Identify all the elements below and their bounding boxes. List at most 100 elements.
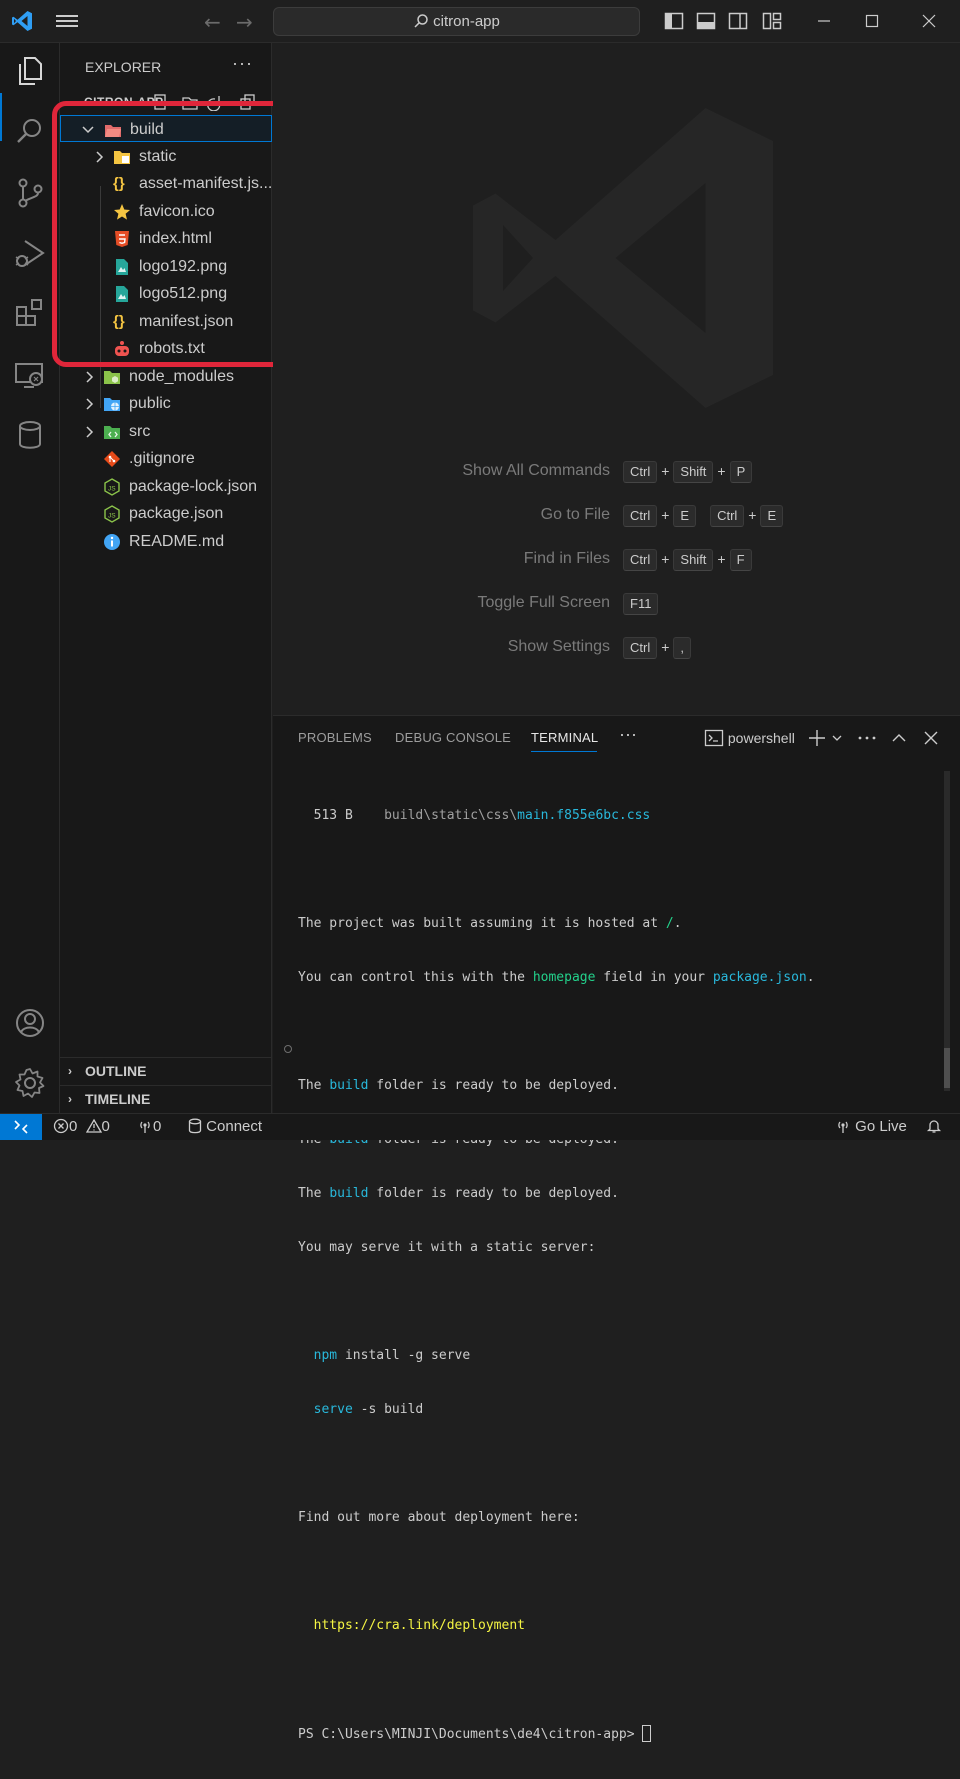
- key-cap: Shift: [673, 549, 714, 571]
- folder-node-icon: [104, 371, 120, 384]
- terminal-output[interactable]: 513 B build\static\css\main.f855e6bc.css…: [298, 771, 938, 1779]
- shortcut-label: Toggle Full Screen: [477, 594, 610, 611]
- search-icon: [414, 14, 428, 28]
- arrow-right-icon[interactable]: →: [236, 10, 253, 34]
- vscode-watermark-icon: [473, 108, 773, 408]
- tree-item-node-modules[interactable]: node_modules: [60, 363, 272, 390]
- source-control-icon[interactable]: [12, 175, 48, 211]
- ports-status[interactable]: 0: [137, 1114, 161, 1140]
- term-highlight: /: [665, 916, 674, 931]
- warning-count: 0: [101, 1118, 110, 1135]
- tab-debug-console[interactable]: DEBUG CONSOLE: [395, 730, 511, 745]
- search-text: citron-app: [433, 13, 500, 30]
- command-decoration-icon[interactable]: [284, 1045, 292, 1053]
- key-cap: Ctrl: [623, 505, 658, 527]
- explorer-title: EXPLORER: [85, 59, 162, 75]
- search-icon[interactable]: [12, 113, 48, 149]
- tree-item-package-json[interactable]: JS package.json: [60, 500, 272, 527]
- tree-item-public[interactable]: public: [60, 390, 272, 417]
- database-icon: [188, 1118, 202, 1134]
- tab-terminal[interactable]: TERMINAL: [531, 730, 598, 745]
- tree-item-label: .gitignore: [129, 450, 195, 467]
- maximize-icon[interactable]: [861, 10, 883, 32]
- term-text: The: [298, 1078, 330, 1093]
- shortcut-toggle-full-screen: Toggle Full Screen F11: [273, 590, 960, 620]
- tree-item-gitignore[interactable]: .gitignore: [60, 445, 272, 472]
- terminal-line: The build folder is ready to be deployed…: [298, 1185, 938, 1203]
- tree-item-label: src: [129, 423, 151, 440]
- key-cap: E: [673, 505, 697, 527]
- error-icon: [53, 1118, 69, 1134]
- tree-item-label: public: [129, 395, 171, 412]
- terminal-scroll-thumb[interactable]: [944, 1048, 950, 1088]
- shortcut-show-settings: Show Settings Ctrl +,: [273, 634, 960, 664]
- terminal-scrollbar[interactable]: [944, 771, 950, 1091]
- term-highlight: package.json: [712, 970, 807, 985]
- toggle-panel-icon[interactable]: [696, 12, 716, 30]
- shortcut-find-in-files: Find in Files Ctrl + Shift + F: [273, 546, 960, 576]
- tree-item-package-lock[interactable]: JS package-lock.json: [60, 473, 272, 500]
- toggle-primary-sidebar-icon[interactable]: [664, 12, 684, 30]
- terminal-icon: [704, 729, 724, 747]
- bell-icon: [926, 1120, 942, 1133]
- arrow-left-icon[interactable]: ←: [204, 10, 221, 34]
- notifications-bell[interactable]: [926, 1114, 942, 1140]
- term-text: install -g serve: [337, 1348, 471, 1363]
- new-terminal-plus-icon[interactable]: [807, 728, 827, 748]
- customize-layout-icon[interactable]: [762, 12, 782, 30]
- tree-item-label: package.json: [129, 505, 224, 522]
- tree-item-label: README.md: [129, 533, 225, 550]
- explorer-icon[interactable]: [12, 53, 48, 89]
- outline-title: OUTLINE: [85, 1063, 147, 1079]
- activity-bar: [0, 43, 60, 1113]
- key-cap: Ctrl: [710, 505, 745, 527]
- chevron-right-icon: ›: [68, 1064, 72, 1078]
- tree-item-src[interactable]: src: [60, 418, 272, 445]
- file-name: main.f855e6bc.css: [517, 808, 651, 823]
- deployment-link[interactable]: https://cra.link/deployment: [314, 1618, 525, 1633]
- command-center-search[interactable]: citron-app: [273, 7, 640, 36]
- terminal-prompt-line: PS C:\Users\MINJI\Documents\de4\citron-a…: [298, 1725, 938, 1743]
- minimize-icon[interactable]: [813, 10, 835, 32]
- timeline-title: TIMELINE: [85, 1091, 151, 1107]
- tab-problems[interactable]: PROBLEMS: [298, 730, 372, 745]
- chevron-down-icon[interactable]: [830, 728, 844, 748]
- outline-section[interactable]: › OUTLINE: [60, 1057, 272, 1085]
- key-cap: ,: [673, 637, 692, 659]
- tree-item-readme[interactable]: README.md: [60, 528, 272, 555]
- nodejs-icon: JS: [104, 505, 120, 523]
- close-panel-icon[interactable]: [921, 728, 941, 748]
- chevron-right-icon: ›: [68, 1092, 72, 1106]
- run-debug-icon[interactable]: [12, 235, 48, 271]
- close-icon[interactable]: [918, 10, 940, 32]
- terminal-line: The project was built assuming it is hos…: [298, 915, 938, 933]
- terminal-shell-selector[interactable]: powershell: [704, 728, 804, 748]
- terminal-line: Find out more about deployment here:: [298, 1510, 580, 1525]
- account-icon[interactable]: [12, 1005, 48, 1041]
- terminal-line: You can control this with the homepage f…: [298, 969, 938, 987]
- remote-explorer-icon[interactable]: [12, 357, 48, 393]
- terminal-line: You may serve it with a static server:: [298, 1240, 596, 1255]
- terminal-line: The build folder is ready to be deployed…: [298, 1077, 938, 1095]
- file-dir: build\static\css\: [384, 808, 518, 823]
- problems-status[interactable]: 0 0: [53, 1114, 110, 1140]
- shortcut-label: Go to File: [540, 506, 610, 523]
- toggle-secondary-sidebar-icon[interactable]: [728, 12, 748, 30]
- maximize-panel-chevron-up-icon[interactable]: [889, 728, 909, 748]
- info-icon: [104, 534, 120, 550]
- go-live-button[interactable]: Go Live: [835, 1114, 907, 1140]
- extensions-icon[interactable]: [12, 295, 48, 331]
- panel-more-icon[interactable]: ···: [619, 724, 637, 745]
- timeline-section[interactable]: › TIMELINE: [60, 1085, 272, 1113]
- connect-status[interactable]: Connect: [188, 1114, 262, 1140]
- menu-icon[interactable]: [56, 12, 78, 30]
- term-text: .: [806, 970, 815, 985]
- term-text: .: [673, 916, 682, 931]
- settings-gear-icon[interactable]: [12, 1065, 48, 1101]
- explorer-more-actions[interactable]: ···: [232, 53, 253, 74]
- terminal-line: https://cra.link/deployment: [298, 1617, 938, 1635]
- file-size: 513 B: [298, 808, 353, 823]
- panel-actions-more-icon[interactable]: [857, 728, 877, 748]
- database-icon[interactable]: [12, 417, 48, 453]
- remote-indicator[interactable]: [0, 1114, 42, 1140]
